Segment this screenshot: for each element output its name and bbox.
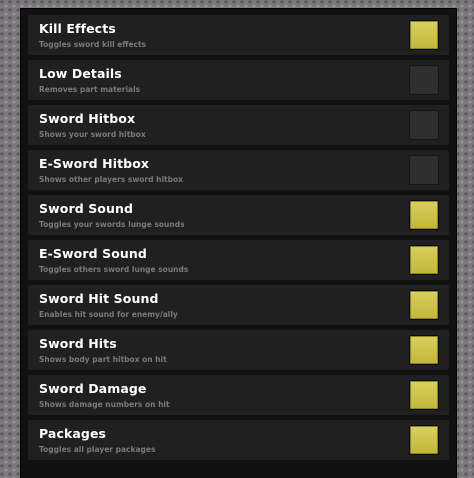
kill-effects-toggle[interactable]	[409, 20, 439, 50]
setting-description: Toggles all player packages	[39, 445, 156, 454]
setting-description: Toggles your swords lunge sounds	[39, 220, 185, 229]
sword-hitbox-toggle[interactable]	[409, 110, 439, 140]
e-sword-sound-toggle[interactable]	[409, 245, 439, 275]
setting-title: Sword Damage	[39, 381, 147, 396]
setting-description: Shows body part hitbox on hit	[39, 355, 167, 364]
setting-row-sword-sound: Sword Sound Toggles your swords lunge so…	[28, 195, 449, 235]
sword-hit-sound-toggle[interactable]	[409, 290, 439, 320]
setting-title: E-Sword Sound	[39, 246, 147, 261]
setting-row-sword-hitbox: Sword Hitbox Shows your sword hitbox	[28, 105, 449, 145]
setting-description: Shows other players sword hitbox	[39, 175, 183, 184]
setting-description: Removes part materials	[39, 85, 141, 94]
setting-title: Sword Sound	[39, 201, 134, 216]
setting-title: Packages	[39, 426, 107, 441]
setting-row-sword-damage: Sword Damage Shows damage numbers on hit	[28, 375, 449, 415]
setting-row-e-sword-hitbox: E-Sword Hitbox Shows other players sword…	[28, 150, 449, 190]
sword-damage-toggle[interactable]	[409, 380, 439, 410]
setting-description: Shows damage numbers on hit	[39, 400, 170, 409]
setting-row-kill-effects: Kill Effects Toggles sword kill effects	[28, 15, 449, 55]
low-details-toggle[interactable]	[409, 65, 439, 95]
setting-description: Toggles others sword lunge sounds	[39, 265, 189, 274]
packages-toggle[interactable]	[409, 425, 439, 455]
setting-title: Kill Effects	[39, 21, 116, 36]
setting-row-low-details: Low Details Removes part materials	[28, 60, 449, 100]
setting-title: Low Details	[39, 66, 122, 81]
setting-description: Shows your sword hitbox	[39, 130, 146, 139]
setting-row-e-sword-sound: E-Sword Sound Toggles others sword lunge…	[28, 240, 449, 280]
setting-row-sword-hit-sound: Sword Hit Sound Enables hit sound for en…	[28, 285, 449, 325]
settings-panel: Kill Effects Toggles sword kill effects …	[20, 8, 457, 478]
setting-title: Sword Hitbox	[39, 111, 136, 126]
setting-title: Sword Hits	[39, 336, 117, 351]
sword-sound-toggle[interactable]	[409, 200, 439, 230]
e-sword-hitbox-toggle[interactable]	[409, 155, 439, 185]
sword-hits-toggle[interactable]	[409, 335, 439, 365]
setting-description: Toggles sword kill effects	[39, 40, 147, 49]
setting-title: E-Sword Hitbox	[39, 156, 150, 171]
setting-title: Sword Hit Sound	[39, 291, 159, 306]
settings-list: Kill Effects Toggles sword kill effects …	[28, 15, 449, 460]
setting-row-sword-hits: Sword Hits Shows body part hitbox on hit	[28, 330, 449, 370]
setting-row-packages: Packages Toggles all player packages	[28, 420, 449, 460]
setting-description: Enables hit sound for enemy/ally	[39, 310, 178, 319]
